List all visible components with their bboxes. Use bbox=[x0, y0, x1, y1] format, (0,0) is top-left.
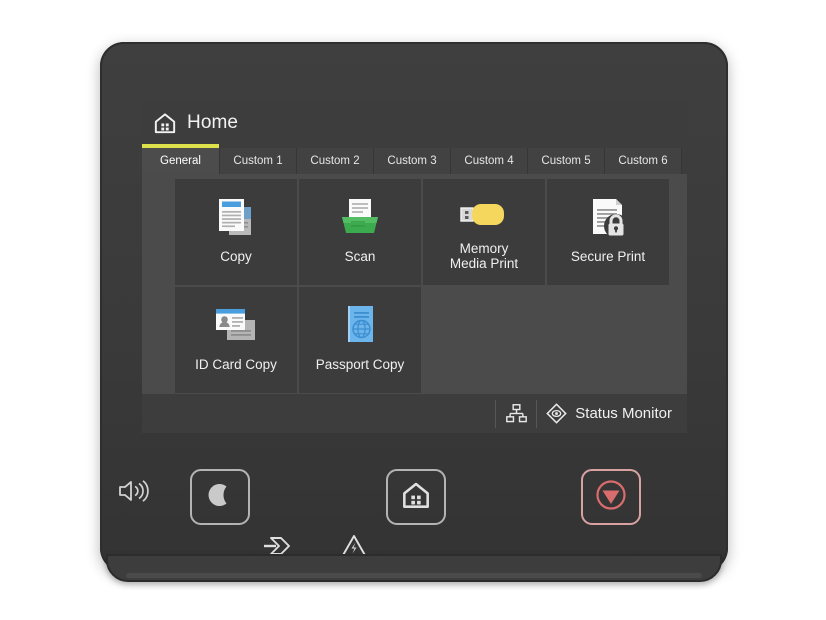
page-title: Home bbox=[187, 112, 239, 133]
touchscreen-display[interactable]: Home General Custom 1 Custom 2 Custom 3 … bbox=[142, 100, 687, 433]
home-icon bbox=[402, 481, 430, 514]
device-bottom-lip bbox=[106, 554, 722, 582]
printer-control-panel: Home General Custom 1 Custom 2 Custom 3 … bbox=[100, 42, 728, 582]
status-monitor-diamond-icon bbox=[546, 403, 568, 424]
tile-passport-copy[interactable]: Passport Copy bbox=[299, 287, 421, 393]
lip-highlight bbox=[126, 573, 702, 578]
app-tile-area: Copy Scan Memory Media Print Secure Prin… bbox=[142, 174, 687, 394]
passport-icon bbox=[333, 301, 387, 349]
scan-icon bbox=[333, 193, 387, 241]
tile-secure-print[interactable]: Secure Print bbox=[547, 179, 669, 285]
moon-icon bbox=[207, 481, 233, 514]
stop-button[interactable] bbox=[581, 469, 641, 525]
tile-empty bbox=[423, 287, 545, 393]
tile-label: Scan bbox=[344, 249, 376, 264]
tile-memory-media-print[interactable]: Memory Media Print bbox=[423, 179, 545, 285]
tab-custom-2[interactable]: Custom 2 bbox=[297, 148, 374, 174]
network-icon[interactable] bbox=[495, 399, 538, 428]
tab-bar: General Custom 1 Custom 2 Custom 3 Custo… bbox=[142, 144, 687, 174]
tile-id-card-copy[interactable]: ID Card Copy bbox=[175, 287, 297, 393]
tile-label: Passport Copy bbox=[315, 357, 405, 372]
tile-scan[interactable]: Scan bbox=[299, 179, 421, 285]
screen-titlebar: Home bbox=[142, 100, 687, 146]
stop-icon bbox=[595, 479, 627, 516]
status-monitor-label: Status Monitor bbox=[575, 405, 672, 422]
tile-empty bbox=[547, 287, 669, 393]
tile-label: Copy bbox=[220, 249, 252, 264]
tile-label: ID Card Copy bbox=[195, 357, 277, 372]
usb-drive-icon bbox=[457, 193, 511, 235]
status-monitor-button[interactable]: Status Monitor bbox=[537, 400, 680, 428]
tab-custom-5[interactable]: Custom 5 bbox=[528, 148, 605, 174]
home-icon bbox=[154, 112, 176, 134]
tile-grid: Copy Scan Memory Media Print Secure Prin… bbox=[175, 179, 682, 393]
tab-custom-6[interactable]: Custom 6 bbox=[605, 148, 682, 174]
tab-custom-1[interactable]: Custom 1 bbox=[220, 148, 297, 174]
document-lock-icon bbox=[581, 193, 635, 241]
id-card-icon bbox=[209, 301, 263, 349]
tab-general[interactable]: General bbox=[142, 144, 220, 174]
tile-copy[interactable]: Copy bbox=[175, 179, 297, 285]
energy-saver-button[interactable] bbox=[190, 469, 250, 525]
speaker-volume-icon bbox=[117, 478, 149, 504]
tile-label: Memory Media Print bbox=[449, 241, 519, 271]
tab-custom-4[interactable]: Custom 4 bbox=[451, 148, 528, 174]
copy-icon bbox=[209, 193, 263, 241]
tab-custom-3[interactable]: Custom 3 bbox=[374, 148, 451, 174]
tile-label: Secure Print bbox=[570, 249, 646, 264]
home-button[interactable] bbox=[386, 469, 446, 525]
status-bar: Status Monitor bbox=[142, 394, 687, 433]
